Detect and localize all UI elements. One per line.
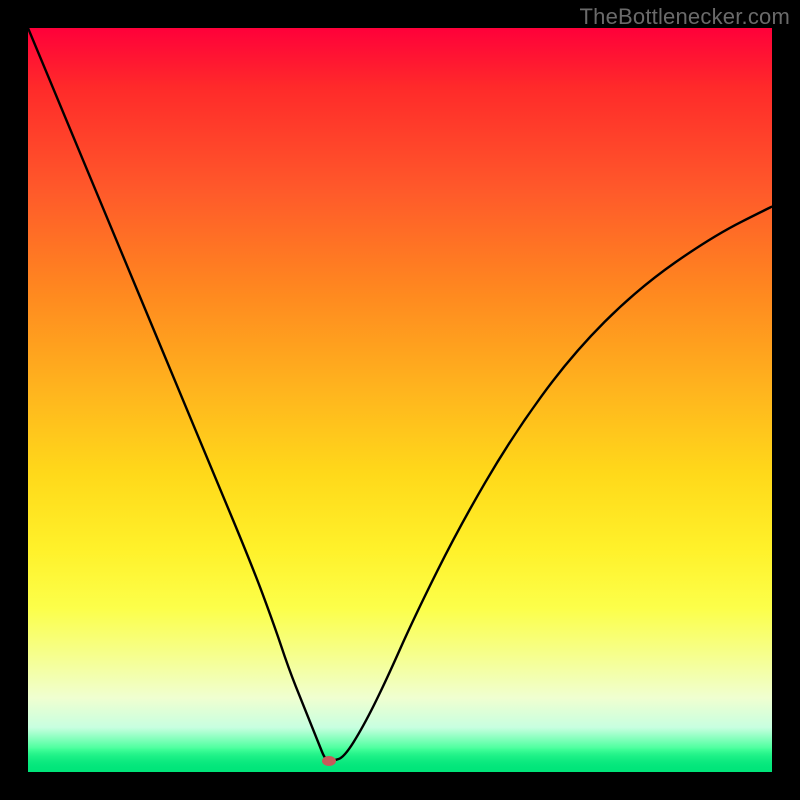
chart-plot-area — [28, 28, 772, 772]
min-point-marker — [322, 756, 336, 766]
watermark-text: TheBottlenecker.com — [580, 4, 790, 30]
bottom-green-band — [28, 748, 772, 772]
bottleneck-curve — [28, 28, 772, 772]
curve-path — [28, 28, 772, 761]
chart-frame: TheBottlenecker.com — [0, 0, 800, 800]
